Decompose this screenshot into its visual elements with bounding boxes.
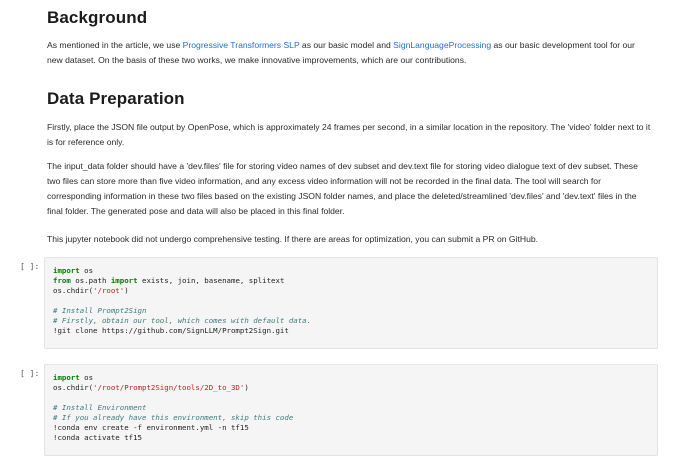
- data-prep-paragraph-2: The input_data folder should have a 'dev…: [47, 161, 638, 216]
- code-line: # Install Environment: [53, 403, 147, 412]
- code-line: import os: [53, 266, 94, 275]
- cell-prompt: [ ]:: [20, 262, 40, 271]
- code-line: # Install Prompt2Sign: [53, 306, 147, 315]
- background-heading: Background: [47, 8, 148, 27]
- background-paragraph: As mentioned in the article, we use Prog…: [47, 38, 651, 68]
- cell-prompt: [ ]:: [20, 369, 40, 378]
- data-preparation-heading: Data Preparation: [47, 89, 185, 108]
- code-line: !conda activate tf15: [53, 433, 142, 442]
- code-line: !conda env create -f environment.yml -n …: [53, 423, 249, 432]
- code-line: import os: [53, 373, 94, 382]
- data-prep-paragraph-1: Firstly, place the JSON file output by O…: [47, 122, 651, 147]
- background-text-prefix: As mentioned in the article, we use: [47, 40, 183, 50]
- code-line: os.chdir('/root/Prompt2Sign/tools/2D_to_…: [53, 383, 249, 392]
- data-prep-paragraph-3: This jupyter notebook did not undergo co…: [47, 234, 539, 244]
- code-editor[interactable]: import os from os.path import exists, jo…: [44, 257, 658, 349]
- code-line: from os.path import exists, join, basena…: [53, 276, 285, 285]
- signlanguageprocessing-link[interactable]: SignLanguageProcessing: [393, 40, 491, 50]
- code-line: os.chdir('/root'): [53, 286, 129, 295]
- code-line: # Firstly, obtain our tool, which comes …: [53, 316, 312, 325]
- progressive-transformers-link[interactable]: Progressive Transformers SLP: [183, 40, 300, 50]
- code-line: # If you already have this environment, …: [53, 413, 294, 422]
- code-line: !git clone https://github.com/SignLLM/Pr…: [53, 326, 289, 335]
- background-text-middle: as our basic model and: [299, 40, 394, 50]
- code-editor[interactable]: import os os.chdir('/root/Prompt2Sign/to…: [44, 364, 658, 456]
